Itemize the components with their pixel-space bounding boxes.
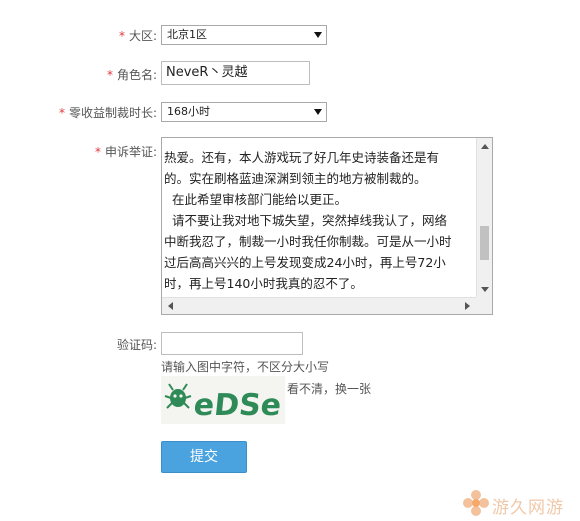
scroll-up-icon[interactable] <box>481 144 489 149</box>
region-label: * 大区: <box>118 29 157 43</box>
appeal-label: * 申诉举证: <box>94 145 157 159</box>
scroll-thumb[interactable] <box>480 226 489 260</box>
penalty-duration-value: 168小时 <box>167 105 210 118</box>
watermark-text: 游久网游 <box>492 498 564 518</box>
appeal-line: 中断我忍了，制裁一小时我任你制裁。可是从一小时 <box>164 234 452 249</box>
appeal-line: 在此希望审核部门能给以更正。 <box>164 192 347 207</box>
appeal-line: 请不要让我对地下城失望，突然掉线我认了，网络 <box>164 213 447 228</box>
penalty-duration-select[interactable]: 168小时 <box>161 102 327 122</box>
captcha-image[interactable]: eDSe <box>161 376 285 424</box>
scroll-left-icon[interactable] <box>168 302 173 310</box>
appeal-text: 热爱。还有，本人游戏玩了好几年史诗装备还是有 的。实在刷格蓝迪深渊到领主的地方被制… <box>164 138 474 298</box>
penalty-duration-label: * 零收益制裁时长: <box>58 106 157 120</box>
role-name-label: * 角色名: <box>106 68 157 82</box>
appeal-line-partial <box>164 138 474 147</box>
captcha-input[interactable] <box>161 332 303 355</box>
captcha-hint: 请输入图中字符，不区分大小写 <box>161 360 330 374</box>
captcha-refresh-link[interactable]: 看不清，换一张 <box>287 380 371 397</box>
scroll-down-icon[interactable] <box>481 287 489 292</box>
required-mark: * <box>94 145 101 159</box>
scroll-right-icon[interactable] <box>465 302 470 310</box>
required-mark: * <box>106 68 113 82</box>
watermark: 游久网游 <box>462 486 580 520</box>
appeal-line: 热爱。还有，本人游戏玩了好几年史诗装备还是有 <box>164 150 440 165</box>
submit-button[interactable]: 提交 <box>161 441 247 473</box>
vertical-scrollbar[interactable] <box>476 138 492 298</box>
captcha-characters: eDSe <box>192 388 283 423</box>
dropdown-arrow-icon <box>314 109 322 115</box>
required-mark: * <box>118 29 125 43</box>
captcha-label: 验证码: <box>116 338 157 352</box>
role-name-input[interactable]: NeveR丶灵越 <box>161 61 310 85</box>
region-select[interactable]: 北京1区 <box>161 25 327 45</box>
captcha-graphic: eDSe <box>161 376 285 424</box>
region-select-value: 北京1区 <box>167 28 207 41</box>
appeal-textarea[interactable]: 热爱。还有，本人游戏玩了好几年史诗装备还是有 的。实在刷格蓝迪深渊到领主的地方被制… <box>161 137 493 315</box>
appeal-line: 时，再上号140小时我真的忍不了。 <box>164 276 363 291</box>
appeal-line: 过后高高兴兴的上号发现变成24小时，再上号72小 <box>164 255 446 270</box>
scrollbar-corner <box>476 297 492 314</box>
horizontal-scrollbar[interactable] <box>162 297 476 314</box>
role-name-value: NeveR丶灵越 <box>166 65 248 80</box>
dropdown-arrow-icon <box>314 32 322 38</box>
appeal-line: 的。实在刷格蓝迪深渊到领主的地方被制裁的。 <box>164 171 427 186</box>
appeal-textarea-content: 热爱。还有，本人游戏玩了好几年史诗装备还是有 的。实在刷格蓝迪深渊到领主的地方被制… <box>162 138 476 298</box>
required-mark: * <box>58 106 65 120</box>
flower-logo-icon <box>463 490 489 516</box>
